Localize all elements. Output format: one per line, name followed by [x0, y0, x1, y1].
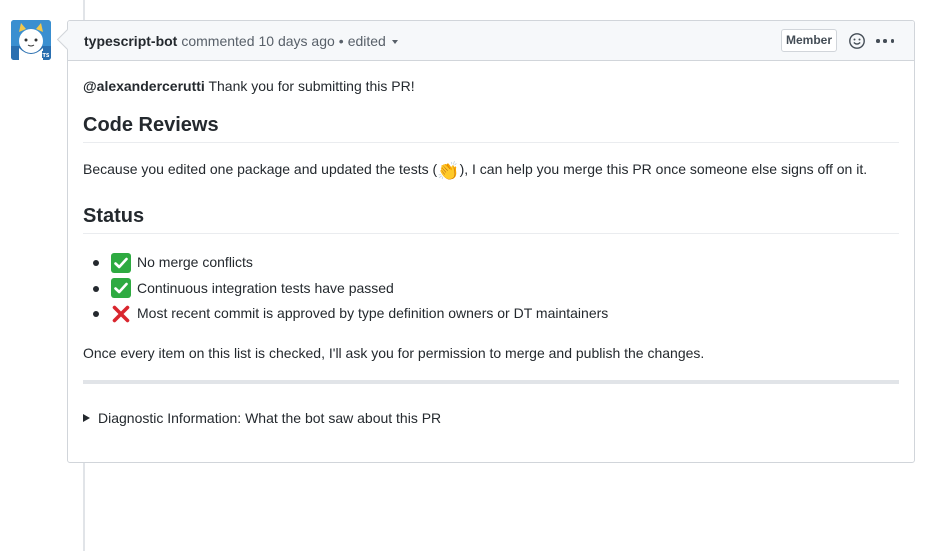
comment-author[interactable]: typescript-bot: [84, 33, 177, 49]
details-summary: Diagnostic Information: What the bot saw…: [98, 409, 442, 426]
bot-avatar-icon: TS: [11, 20, 51, 60]
comment-box: typescript-bot commented 10 days ago • e…: [67, 20, 915, 463]
member-badge: Member: [780, 29, 837, 52]
intro-paragraph: @alexandercerutti Thank you for submitti…: [83, 76, 899, 97]
status-list: No merge conflicts Continuous integratio…: [83, 250, 899, 327]
edited-label: edited: [347, 32, 386, 49]
clapping-hands-icon: 👏: [437, 161, 460, 181]
cross-icon: [111, 304, 131, 324]
status-item-text: No merge conflicts: [137, 254, 253, 270]
diagnostic-details-toggle[interactable]: Diagnostic Information: What the bot saw…: [83, 408, 899, 429]
comment-body: @alexandercerutti Thank you for submitti…: [68, 61, 914, 429]
separator-dot: •: [338, 32, 344, 49]
chevron-down-icon: [391, 39, 398, 44]
heading-code-reviews: Code Reviews: [83, 113, 899, 143]
user-mention-link[interactable]: @alexandercerutti: [83, 78, 205, 94]
disclosure-triangle-icon: [83, 414, 90, 422]
edited-dropdown[interactable]: edited: [348, 33, 398, 49]
heading-status: Status: [83, 204, 899, 234]
list-item: Continuous integration tests have passed: [93, 276, 899, 302]
avatar[interactable]: TS: [11, 20, 51, 60]
reviews-text-after: ), I can help you merge this PR once som…: [459, 161, 868, 177]
check-icon: [111, 252, 131, 273]
comment-header: typescript-bot commented 10 days ago • e…: [68, 21, 914, 61]
list-item: No merge conflicts: [93, 250, 899, 276]
comment-timestamp[interactable]: 10 days ago: [259, 33, 335, 49]
list-item: Most recent commit is approved by type d…: [93, 301, 899, 327]
add-reaction-icon[interactable]: [848, 32, 866, 50]
check-icon: [111, 278, 131, 299]
comment-action: commented: [181, 32, 255, 49]
closing-paragraph: Once every item on this list is checked,…: [83, 344, 705, 361]
status-item-text: Most recent commit is approved by type d…: [137, 305, 609, 321]
status-item-text: Continuous integration tests have passed: [137, 279, 394, 296]
reviews-text-before: Because you edited one package and updat…: [83, 161, 438, 177]
intro-text: Thank you for submitting this PR!: [204, 78, 415, 94]
divider: [83, 379, 899, 384]
more-options-icon[interactable]: [874, 32, 896, 50]
svg-text:TS: TS: [42, 53, 49, 59]
reviews-paragraph: Because you edited one package and updat…: [83, 159, 899, 180]
